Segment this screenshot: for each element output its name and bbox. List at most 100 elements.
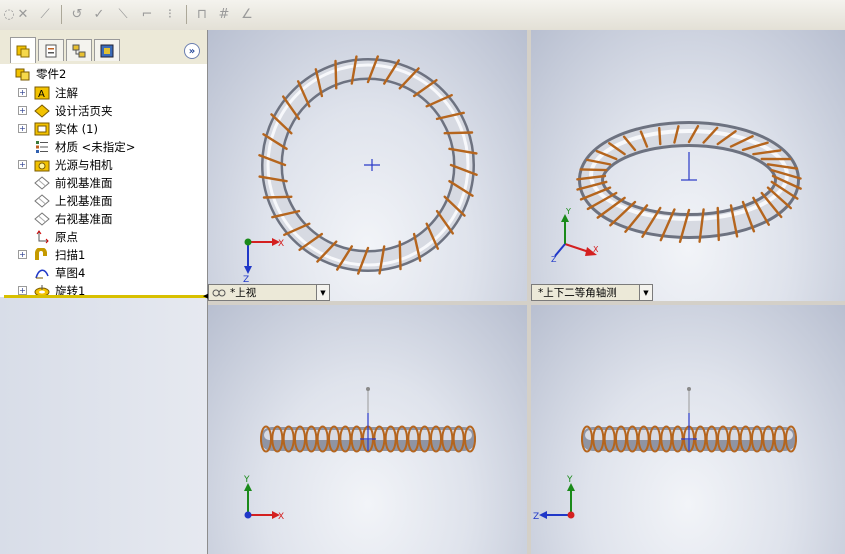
viewport-top-label[interactable]: *上视 ▼ <box>208 284 330 301</box>
chevron-down-icon[interactable]: ▼ <box>639 285 652 300</box>
tree-item-label: 材质 <未指定> <box>55 139 136 154</box>
mirror-icon[interactable]: ✓ <box>90 5 108 23</box>
tree-item-label: 原点 <box>55 229 78 244</box>
tree-item[interactable]: + A 注解 <box>18 84 78 101</box>
coil-turn <box>716 206 720 242</box>
origin-icon <box>33 229 50 245</box>
svg-text:Y: Y <box>565 207 571 216</box>
viewport-iso-label[interactable]: *上下二等角轴测 ▼ <box>531 284 653 301</box>
tree-item[interactable]: 原点 <box>18 228 78 245</box>
top-view-scene: X Z <box>243 55 478 285</box>
tree-item[interactable]: + 设计活页夹 <box>18 102 113 119</box>
tree-item[interactable]: 右视基准面 <box>18 210 113 227</box>
svg-text:X: X <box>278 512 284 522</box>
feature-manager-panel: » 零件2 + A 注解 + 设计活页夹 + 实体 (1) 材质 <未指定> + 光源与相机 前视基… <box>0 30 208 554</box>
tree-item[interactable]: + 实体 (1) <box>18 120 98 137</box>
part-icon <box>14 66 31 82</box>
plane-icon <box>33 175 50 191</box>
iso-view-scene: X Y Z <box>551 121 802 264</box>
viewport-front[interactable]: X Y <box>208 305 527 554</box>
torus-iso-view <box>576 121 802 244</box>
expand-panel-button[interactable]: » <box>184 43 200 59</box>
expand-toggle-icon[interactable]: + <box>18 160 27 169</box>
toolbar-divider <box>186 5 187 24</box>
configurationmanager-tab[interactable] <box>66 39 92 61</box>
viewport-top-name: *上视 <box>230 287 257 299</box>
coil-turn <box>443 131 474 135</box>
grid-icon[interactable]: # <box>215 5 233 23</box>
right-view-scene: Z Y <box>533 387 797 522</box>
front-view-scene: X Y <box>243 387 476 522</box>
tree-item-label: 扫描1 <box>55 247 86 262</box>
tree-root-part[interactable]: 零件2 <box>14 66 66 82</box>
tree-item[interactable]: 材质 <未指定> <box>18 138 135 155</box>
tree-item[interactable]: + 扫描1 <box>18 246 85 263</box>
triad-top: X Z <box>243 238 284 285</box>
convert-icon[interactable]: ⟍ <box>114 5 132 23</box>
tree-item[interactable]: 草图4 <box>18 264 85 281</box>
sweep-icon <box>33 247 50 263</box>
triad-right: Z Y <box>533 475 575 522</box>
svg-text:Y: Y <box>566 475 573 485</box>
sketch-icon <box>33 265 50 281</box>
tree-item-label: 实体 (1) <box>55 121 98 136</box>
trim-icon[interactable]: ✕ <box>14 5 32 23</box>
material-icon <box>33 139 50 155</box>
offset-icon[interactable]: ↺ <box>68 5 86 23</box>
expand-toggle-icon[interactable]: + <box>18 106 27 115</box>
tree-item-label: 前视基准面 <box>55 175 113 190</box>
expand-toggle-icon[interactable]: + <box>18 286 27 295</box>
propertymanager-icon <box>45 44 57 57</box>
viewport-top[interactable]: X Z *上视 ▼ <box>208 30 527 301</box>
viewport-iso-name: *上下二等角轴测 <box>538 287 617 299</box>
tree-item-label: 右视基准面 <box>55 211 113 226</box>
coil-turn <box>658 126 662 146</box>
tree-item[interactable]: 上视基准面 <box>18 192 113 209</box>
propertymanager-tab[interactable] <box>38 39 64 61</box>
expand-toggle-icon[interactable]: + <box>18 124 27 133</box>
svg-text:A: A <box>38 89 45 100</box>
tree-item-label: 设计活页夹 <box>55 103 113 118</box>
tree-item[interactable]: + 光源与相机 <box>18 156 113 173</box>
featuremanager-icon <box>16 45 30 57</box>
triad-front: X Y <box>243 475 284 522</box>
tree-item-label: 光源与相机 <box>55 157 113 172</box>
line-icon[interactable]: ⊓ <box>193 5 211 23</box>
panel-tabbar: » <box>0 30 207 64</box>
dimxpert-tab[interactable] <box>94 39 120 61</box>
tree-root-label: 零件2 <box>36 67 67 81</box>
chevron-down-icon[interactable]: ▼ <box>316 285 329 300</box>
construction-icon[interactable]: ⁝ <box>161 5 179 23</box>
design-binder-icon <box>33 103 50 119</box>
viewport-isometric[interactable]: X Y Z *上下二等角轴测 ▼ <box>531 30 845 301</box>
rollback-bar[interactable] <box>4 295 207 298</box>
extend-icon[interactable]: ⟋ <box>36 5 54 23</box>
svg-text:X: X <box>278 239 284 249</box>
coil-turn <box>579 168 608 172</box>
sketch-toolbar: ◌ ✕ ⟋ ↺ ✓ ⟍ ⌐ ⁝ ⊓ # ∠ <box>0 0 845 31</box>
lights-cameras-icon <box>33 157 50 173</box>
tree-item[interactable]: 前视基准面 <box>18 174 113 191</box>
expand-toggle-icon[interactable]: + <box>18 88 27 97</box>
angle-icon[interactable]: ∠ <box>238 5 256 23</box>
toolbar-divider <box>61 5 62 24</box>
feature-tree: 零件2 + A 注解 + 设计活页夹 + 实体 (1) 材质 <未指定> + 光源与相机 前视基准面… <box>0 64 207 298</box>
svg-text:Y: Y <box>243 475 250 485</box>
coil-turn <box>334 59 338 90</box>
origin-marker <box>364 159 380 171</box>
solid-bodies-icon <box>33 121 50 137</box>
svg-text:X: X <box>593 245 599 254</box>
svg-text:Z: Z <box>533 512 539 522</box>
tree-item-label: 草图4 <box>55 265 86 280</box>
triad-iso: X Y Z <box>551 207 599 264</box>
viewport-right[interactable]: Z Y <box>531 305 845 554</box>
expand-toggle-icon[interactable]: + <box>18 250 27 259</box>
featuremanager-tab[interactable] <box>10 37 36 63</box>
corner-icon[interactable]: ⌐ <box>138 5 156 23</box>
plane-icon <box>33 193 50 209</box>
configurationmanager-icon <box>72 44 86 57</box>
